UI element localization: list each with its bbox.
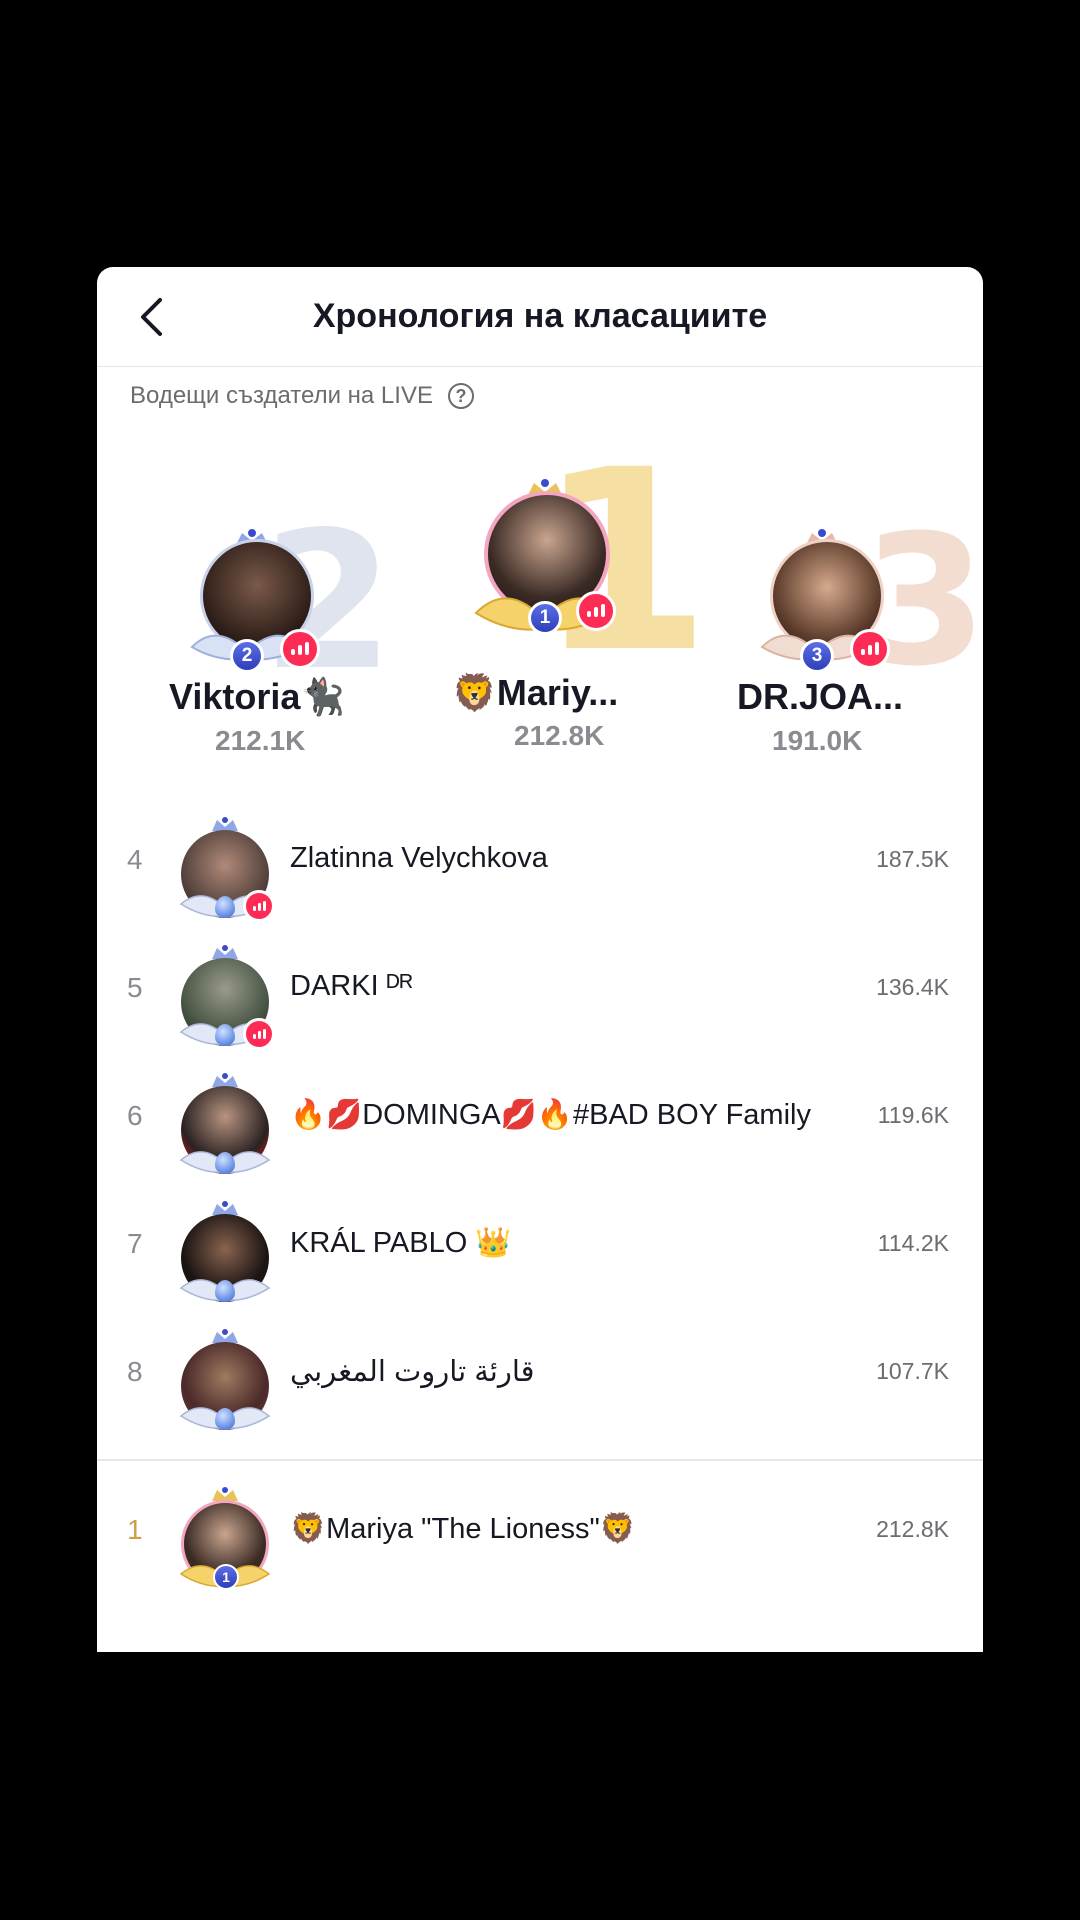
rank-badge: 2 [230, 639, 264, 673]
avatar-frame [177, 1072, 273, 1176]
creator-score: 107.7K [876, 1358, 949, 1384]
creator-name: قارئة تاروت المغربي [290, 1356, 535, 1388]
section-subtitle-row: Водещи създатели на LIVE ? [130, 382, 474, 410]
live-badge [243, 1018, 275, 1050]
avatar-frame [177, 816, 275, 922]
live-badge [576, 591, 616, 631]
podium-score: 212.1K [215, 725, 306, 756]
creator-name: KRÁL PABLO 👑 [290, 1227, 512, 1259]
creator-name: DARKI ᴰᴿ [290, 970, 413, 1002]
ranking-history-card: Хронология на класациите Водещи създател… [97, 267, 983, 1652]
drop-icon [215, 896, 235, 918]
rank-number: 6 [127, 1100, 143, 1131]
creator-name: Zlatinna Velychkova [290, 842, 548, 874]
podium-avatar-rank-2: 2 [182, 527, 322, 677]
page-title: Хронология на класациите [312, 297, 768, 335]
header: Хронология на класациите [97, 267, 983, 367]
live-badge [850, 629, 890, 669]
section-subtitle: Водещи създатели на LIVE [130, 382, 433, 409]
avatar-frame [177, 1200, 273, 1304]
podium-avatar-rank-1: 1 [470, 477, 620, 647]
rank-badge: 3 [800, 639, 834, 673]
rank-badge: 1 [528, 601, 562, 635]
avatar-frame: 1 [177, 1486, 273, 1590]
creator-score: 136.4K [876, 974, 949, 1000]
drop-icon [215, 1408, 235, 1430]
current-user-row[interactable]: 1 1 🦁Mariya "The Lioness"🦁 212.8K [97, 1472, 983, 1600]
list-item[interactable]: 4 Zlatinna Velychkova 187.5K [97, 802, 983, 930]
podium-score: 191.0K [772, 725, 863, 756]
podium-name: 🦁Mariy... [452, 672, 619, 713]
creator-score: 212.8K [876, 1516, 949, 1542]
avatar-frame [177, 944, 275, 1050]
rank-number: 1 [127, 1514, 143, 1545]
drop-icon [215, 1280, 235, 1302]
creator-name: 🦁Mariya "The Lioness"🦁 [290, 1513, 636, 1545]
live-badge [280, 629, 320, 669]
drop-icon [215, 1152, 235, 1174]
list-item[interactable]: 6 🔥💋DOMINGA💋🔥#BAD BOY Family 119.6K [97, 1058, 983, 1186]
creator-score: 187.5K [876, 846, 949, 872]
rank-number: 8 [127, 1356, 143, 1387]
creator-score: 119.6K [877, 1102, 949, 1128]
drop-icon [215, 1024, 235, 1046]
rank-number: 7 [127, 1228, 143, 1259]
rank-badge: 1 [213, 1564, 239, 1590]
podium-avatar-rank-3: 3 [752, 527, 892, 677]
list-item[interactable]: 5 DARKI ᴰᴿ 136.4K [97, 930, 983, 1058]
rank-number: 4 [127, 844, 143, 875]
live-badge [243, 890, 275, 922]
creator-name: 🔥💋DOMINGA💋🔥#BAD BOY Family [290, 1099, 811, 1131]
help-icon[interactable]: ? [447, 383, 474, 409]
podium-name: Viktoria🐈‍⬛ [169, 676, 346, 717]
podium-score: 212.8K [514, 720, 605, 751]
creator-score: 114.2K [877, 1230, 949, 1256]
rank-number: 5 [127, 972, 143, 1003]
list-item[interactable]: 8 قارئة تاروت المغربي 107.7K [97, 1314, 983, 1442]
divider [97, 1459, 983, 1461]
podium-name: DR.JOA... [737, 676, 904, 717]
list-item[interactable]: 7 KRÁL PABLO 👑 114.2K [97, 1186, 983, 1314]
avatar-frame [177, 1328, 273, 1432]
